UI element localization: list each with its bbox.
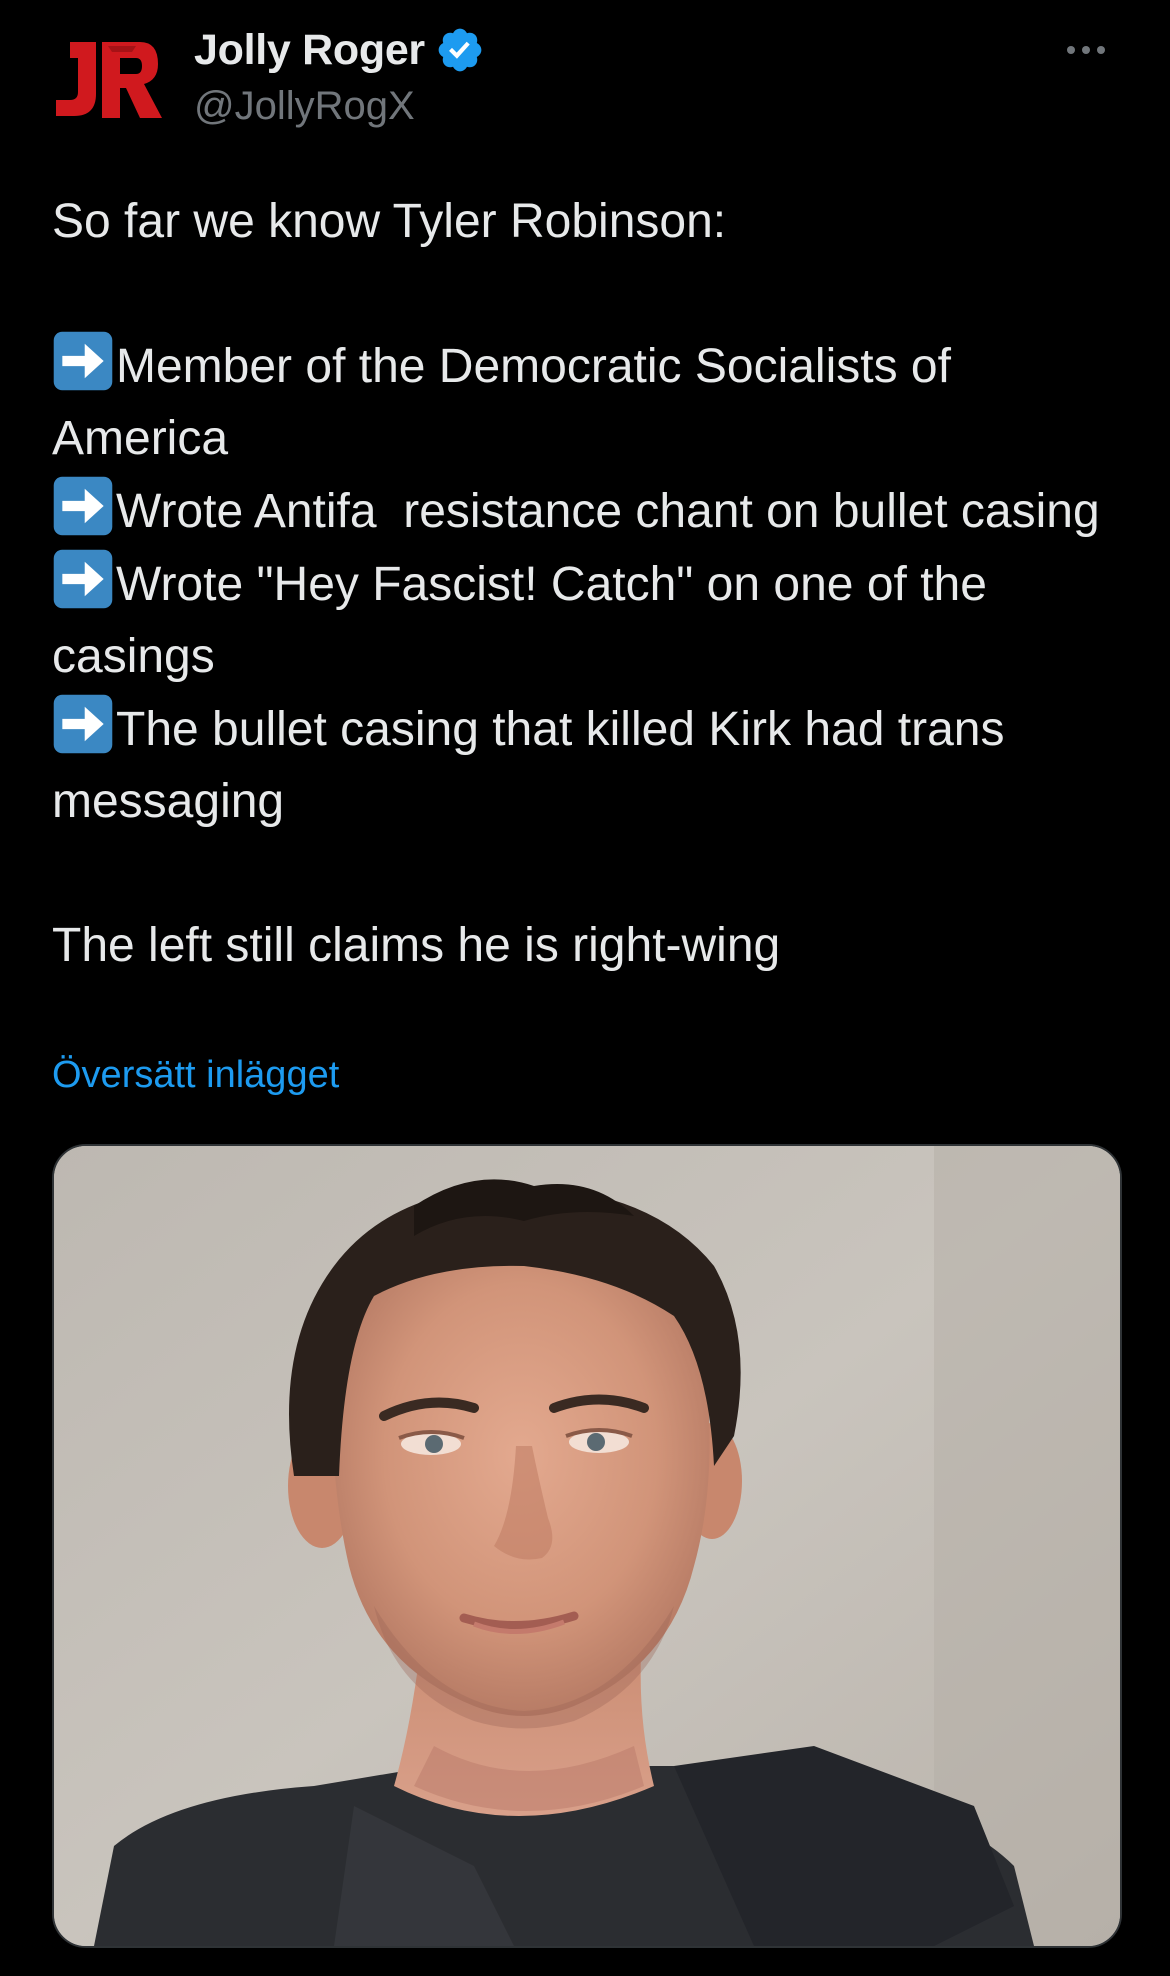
tweet-closing: The left still claims he is right-wing xyxy=(52,919,781,972)
translate-post-link[interactable]: Översätt inlägget xyxy=(52,1054,339,1097)
bullet-item: Wrote Antifa resistance chant on bullet … xyxy=(52,475,1122,548)
author-handle[interactable]: @JollyRogX xyxy=(194,84,415,129)
bullet-text: Member of the Democratic Socialists of A… xyxy=(52,340,962,465)
post-photo[interactable] xyxy=(52,1144,1122,1948)
author-display-name[interactable]: Jolly Roger xyxy=(194,26,425,75)
right-arrow-emoji-icon xyxy=(53,331,113,391)
tweet: JR Jolly Roger @JollyRogX So far we know… xyxy=(0,0,1170,1976)
avatar-text: JR xyxy=(52,36,54,37)
author-avatar[interactable]: JR xyxy=(52,36,164,126)
jr-logo-icon: JR xyxy=(52,36,162,118)
more-horizontal-icon-dot xyxy=(1082,46,1090,54)
portrait-photo xyxy=(54,1146,1120,1946)
right-arrow-emoji-icon xyxy=(53,694,113,754)
tweet-text: So far we know Tyler Robinson: Member of… xyxy=(52,186,1122,982)
bullet-text: Wrote "Hey Fascist! Catch" on one of the… xyxy=(52,558,1001,683)
author-name-row[interactable]: Jolly Roger xyxy=(194,22,485,78)
bullet-item: Member of the Democratic Socialists of A… xyxy=(52,330,1122,475)
more-horizontal-icon-dot xyxy=(1097,46,1105,54)
right-arrow-emoji-icon xyxy=(53,549,113,609)
bullet-text: The bullet casing that killed Kirk had t… xyxy=(52,703,1018,828)
right-arrow-emoji-icon xyxy=(53,476,113,536)
more-options-button[interactable] xyxy=(1054,30,1118,70)
more-horizontal-icon xyxy=(1067,46,1075,54)
tweet-intro: So far we know Tyler Robinson: xyxy=(52,195,727,248)
bullet-item: The bullet casing that killed Kirk had t… xyxy=(52,693,1122,838)
bullet-item: Wrote "Hey Fascist! Catch" on one of the… xyxy=(52,548,1122,693)
verified-badge-icon xyxy=(438,28,482,72)
bullet-text: Wrote Antifa resistance chant on bullet … xyxy=(116,485,1100,538)
